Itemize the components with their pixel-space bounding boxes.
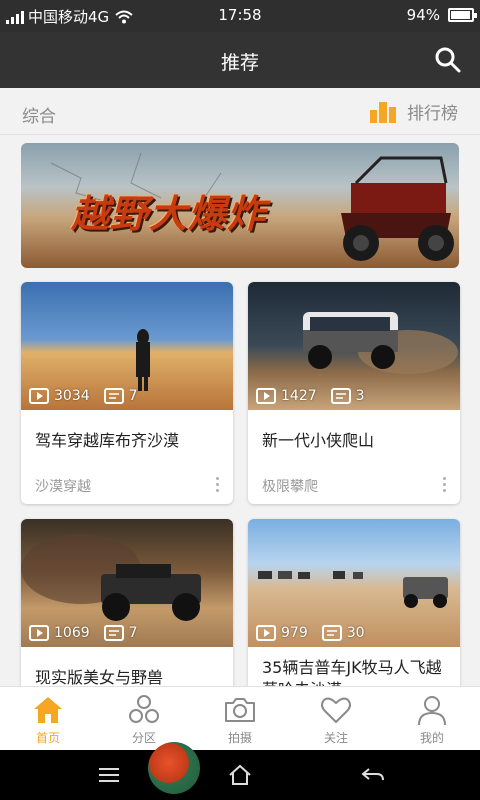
play-count-value: 979	[281, 625, 308, 641]
comment-icon	[321, 625, 342, 641]
tab-label: 关注	[323, 731, 348, 745]
play-count: 1069	[29, 625, 90, 641]
video-stats: 1069 7	[29, 625, 138, 641]
play-count-value: 3034	[54, 388, 90, 404]
comment-count: 7	[103, 388, 138, 404]
video-card[interactable]: 1427 3 新一代小侠爬山 极限攀爬	[248, 282, 460, 504]
play-icon	[256, 625, 276, 641]
card-footer: 极限攀爬	[248, 472, 460, 504]
play-count: 1427	[256, 388, 317, 404]
comment-count-value: 7	[128, 625, 138, 641]
comment-icon	[330, 388, 351, 404]
home-icon	[34, 697, 62, 723]
ranking-button[interactable]: 排行榜	[369, 99, 458, 124]
comment-count: 30	[321, 625, 365, 641]
play-count-value: 1427	[281, 388, 317, 404]
comment-icon	[103, 388, 124, 404]
video-thumbnail[interactable]: 1069 7	[21, 519, 233, 647]
video-thumbnail[interactable]: 3034 7	[21, 282, 233, 410]
video-stats: 979 30	[256, 625, 365, 641]
battery-percent: 94%	[406, 6, 440, 24]
tab-label: 首页	[35, 731, 60, 745]
card-footer: 沙漠穿越	[21, 472, 233, 504]
battery-icon	[448, 8, 477, 22]
tab-profile[interactable]: 我的	[384, 687, 480, 750]
play-icon	[256, 388, 276, 404]
banner[interactable]: 越野大爆炸	[21, 143, 459, 268]
home-nav-icon[interactable]	[227, 762, 253, 788]
video-stats: 1427 3	[256, 388, 365, 404]
search-icon[interactable]	[434, 46, 462, 74]
tab-label: 我的	[419, 731, 444, 745]
comment-icon	[103, 625, 124, 641]
more-options-icon[interactable]	[438, 474, 450, 494]
bottom-tab-bar: 首页 分区 拍摄 关注 我的	[0, 686, 480, 750]
tab-shoot[interactable]: 拍摄	[192, 687, 288, 750]
category-bar: 综合 排行榜	[0, 88, 480, 135]
heart-icon	[321, 697, 351, 723]
video-thumbnail[interactable]: 979 30	[248, 519, 460, 647]
video-thumbnail[interactable]: 1427 3	[248, 282, 460, 410]
category-all-tab[interactable]: 综合	[22, 102, 56, 127]
video-card[interactable]: 3034 7 驾车穿越库布齐沙漠 沙漠穿越	[21, 282, 233, 504]
comment-count-value: 7	[128, 388, 138, 404]
page-title: 推荐	[220, 52, 259, 74]
video-stats: 3034 7	[29, 388, 138, 404]
back-icon[interactable]	[360, 762, 386, 788]
tab-label: 分区	[131, 731, 156, 745]
status-right: 94%	[406, 6, 477, 24]
play-icon	[29, 388, 49, 404]
ranking-icon	[370, 101, 396, 123]
tab-sections[interactable]: 分区	[96, 687, 192, 750]
sections-icon	[129, 695, 159, 723]
banner-title: 越野大爆炸	[71, 192, 267, 236]
card-title: 新一代小侠爬山	[262, 431, 375, 450]
play-icon	[29, 625, 49, 641]
profile-icon	[418, 696, 446, 726]
comment-count-value: 3	[355, 388, 365, 404]
tab-home[interactable]: 首页	[0, 687, 96, 750]
camera-icon	[225, 698, 255, 722]
app-logo-icon	[148, 742, 200, 794]
comment-count: 7	[103, 625, 138, 641]
title-bar: 推荐	[0, 32, 480, 88]
play-count-value: 1069	[54, 625, 90, 641]
play-count: 3034	[29, 388, 90, 404]
play-count: 979	[256, 625, 308, 641]
card-tag[interactable]: 沙漠穿越	[35, 476, 91, 496]
system-nav-bar	[0, 750, 480, 800]
tab-label: 拍摄	[227, 731, 252, 745]
card-tag[interactable]: 极限攀爬	[262, 476, 318, 496]
status-bar: 中国移动4G 17:58 94%	[0, 0, 480, 32]
menu-icon[interactable]	[96, 762, 122, 788]
ranking-label: 排行榜	[407, 104, 458, 124]
card-title: 驾车穿越库布齐沙漠	[35, 431, 180, 450]
more-options-icon[interactable]	[211, 474, 223, 494]
comment-count: 3	[330, 388, 365, 404]
tab-following[interactable]: 关注	[288, 687, 384, 750]
comment-count-value: 30	[346, 625, 365, 641]
